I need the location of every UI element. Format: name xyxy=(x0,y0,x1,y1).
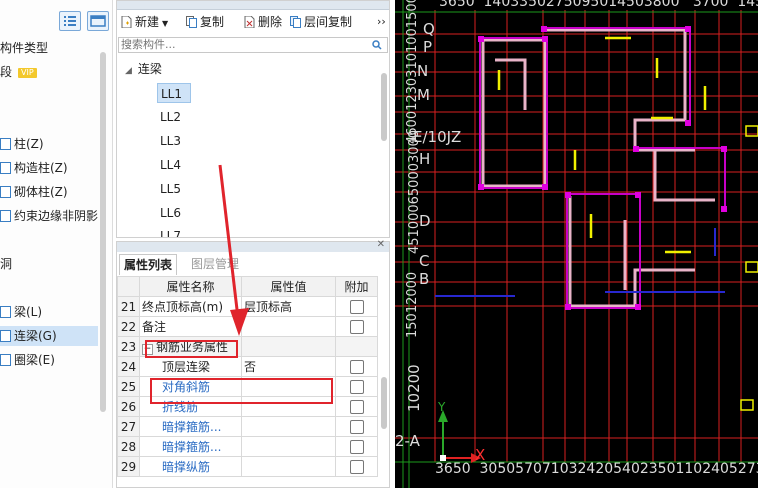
floor-copy-icon xyxy=(290,16,301,28)
property-value[interactable] xyxy=(241,416,336,437)
col-num-header xyxy=(117,276,140,297)
cad-side-dimension: 10200 xyxy=(405,364,423,412)
copy-icon xyxy=(186,16,197,28)
extra-checkbox[interactable] xyxy=(349,399,364,414)
table-row[interactable]: 27 暗撑箍筋... xyxy=(117,416,378,437)
component-toolbar: 新建 ▼ 复制 删除 层间复制 ›› xyxy=(117,10,389,34)
tree-item-ll7[interactable]: LL7 xyxy=(160,226,181,237)
table-row[interactable]: 28 暗撑箍筋... xyxy=(117,436,378,457)
highlight-box-rebar-group xyxy=(145,340,238,358)
nav-item-constructional-column[interactable]: 构造柱(Z) xyxy=(0,158,68,178)
component-scrollbar[interactable] xyxy=(381,73,387,141)
cad-axis-b: B xyxy=(419,270,430,288)
cad-left-dimensions-2: 451000650003000 xyxy=(407,129,422,254)
nav-header: 构件类型 xyxy=(0,41,49,55)
nav-item-column[interactable]: 柱(Z) xyxy=(0,134,44,154)
cad-plan-drawing xyxy=(395,0,758,488)
dropdown-arrow-icon: ▼ xyxy=(162,19,169,28)
property-value[interactable] xyxy=(241,456,336,477)
delete-icon xyxy=(244,16,255,28)
annotation-arrow xyxy=(218,164,249,336)
constructional-column-icon xyxy=(0,162,11,174)
delete-button[interactable]: 删除 xyxy=(244,14,282,30)
search-icon[interactable] xyxy=(372,40,382,50)
nav-item-edge-constraint[interactable]: 约束边缘非阴影 xyxy=(0,206,98,226)
ring-beam-icon xyxy=(0,354,11,366)
nav-item-ring-beam[interactable]: 圈梁(E) xyxy=(0,350,55,370)
coupling-beam-icon xyxy=(0,330,11,342)
highlight-box-diagonal-rebar xyxy=(150,378,333,404)
extra-checkbox[interactable] xyxy=(349,319,364,334)
tree-item-ll6[interactable]: LL6 xyxy=(160,203,181,223)
cad-y-axis-label: Y xyxy=(438,400,446,414)
edge-constraint-icon xyxy=(0,210,11,222)
extra-checkbox[interactable] xyxy=(349,459,364,474)
extra-checkbox[interactable] xyxy=(349,379,364,394)
extra-checkbox[interactable] xyxy=(349,439,364,454)
nav-item-opening[interactable]: 洞 xyxy=(0,254,12,274)
extra-checkbox[interactable] xyxy=(349,359,364,374)
cad-top-dimensions: 3650 1403350275095014503800 3700 1450 xyxy=(439,0,758,10)
card-view-button[interactable] xyxy=(87,11,109,31)
search-component-field[interactable] xyxy=(118,37,388,53)
cad-left-dimensions-3: 15012000 xyxy=(405,271,420,338)
cad-bottom-dimensions: 3650 305057071032420540235011024052736 xyxy=(435,461,758,477)
cad-axis-c: C xyxy=(419,252,430,270)
property-name: 暗撑纵筋 xyxy=(139,456,242,477)
vip-badge: VIP xyxy=(18,68,37,78)
tree-item-ll2[interactable]: LL2 xyxy=(160,107,181,127)
toolbar-more-button[interactable]: ›› xyxy=(377,14,386,30)
new-file-icon xyxy=(121,16,132,28)
nav-item-coupling-beam[interactable]: 连梁(G) xyxy=(0,326,98,346)
masonry-column-icon xyxy=(0,186,11,198)
component-panel-tabbar xyxy=(117,1,389,10)
list-view-button[interactable] xyxy=(59,11,81,31)
collapse-triangle-icon[interactable]: ◢ xyxy=(125,66,132,76)
component-type-nav: 构件类型 段 VIP 柱(Z) 构造柱(Z) 砌体柱(Z) 约束边缘非阴影 洞 梁… xyxy=(0,0,113,488)
nav-item-beam[interactable]: 梁(L) xyxy=(0,302,42,322)
panel-icon xyxy=(90,15,106,27)
copy-button[interactable]: 复制 xyxy=(186,14,224,30)
extra-checkbox[interactable] xyxy=(349,419,364,434)
tree-item-ll4[interactable]: LL4 xyxy=(160,155,181,175)
tree-item-ll1[interactable]: LL1 xyxy=(157,83,191,103)
tab-property-list[interactable]: 属性列表 xyxy=(119,254,178,275)
tree-item-ll3[interactable]: LL3 xyxy=(160,131,181,151)
tree-item-ll5[interactable]: LL5 xyxy=(160,179,181,199)
nav-item-masonry-column[interactable]: 砌体柱(Z) xyxy=(0,182,68,202)
property-name: 暗撑箍筋... xyxy=(139,416,242,437)
nav-vip-row[interactable]: 段 VIP xyxy=(0,62,37,82)
table-row[interactable]: 24 顶层连梁 否 xyxy=(117,356,378,377)
property-name: 顶层连梁 xyxy=(139,356,242,377)
floor-copy-button[interactable]: 层间复制 xyxy=(290,14,352,30)
search-input[interactable] xyxy=(121,38,361,51)
cad-axis-q: Q xyxy=(423,20,435,38)
property-value[interactable]: 否 xyxy=(241,356,336,377)
tree-root-coupling-beam[interactable]: ◢ 连梁 xyxy=(125,59,162,79)
cad-axis-2a: 2-A xyxy=(395,432,420,450)
property-scrollbar[interactable] xyxy=(381,377,387,429)
col-extra-header: 附加 xyxy=(335,276,378,297)
list-icon xyxy=(64,16,76,26)
new-button[interactable]: 新建 ▼ xyxy=(121,14,168,30)
cad-axis-p: P xyxy=(423,38,433,56)
column-icon xyxy=(0,138,11,150)
property-name: 暗撑箍筋... xyxy=(139,436,242,457)
cad-left-dimensions: 46001230310100150003120002840 xyxy=(405,0,420,144)
cad-drawing-canvas[interactable]: 3650 1403350275095014503800 3700 1450 Q … xyxy=(395,0,758,488)
close-icon[interactable]: ✕ xyxy=(377,239,385,250)
property-value[interactable] xyxy=(241,436,336,457)
extra-checkbox[interactable] xyxy=(349,299,364,314)
nav-scrollbar[interactable] xyxy=(100,52,106,412)
table-row[interactable]: 29 暗撑纵筋 xyxy=(117,456,378,477)
beam-icon xyxy=(0,306,11,318)
